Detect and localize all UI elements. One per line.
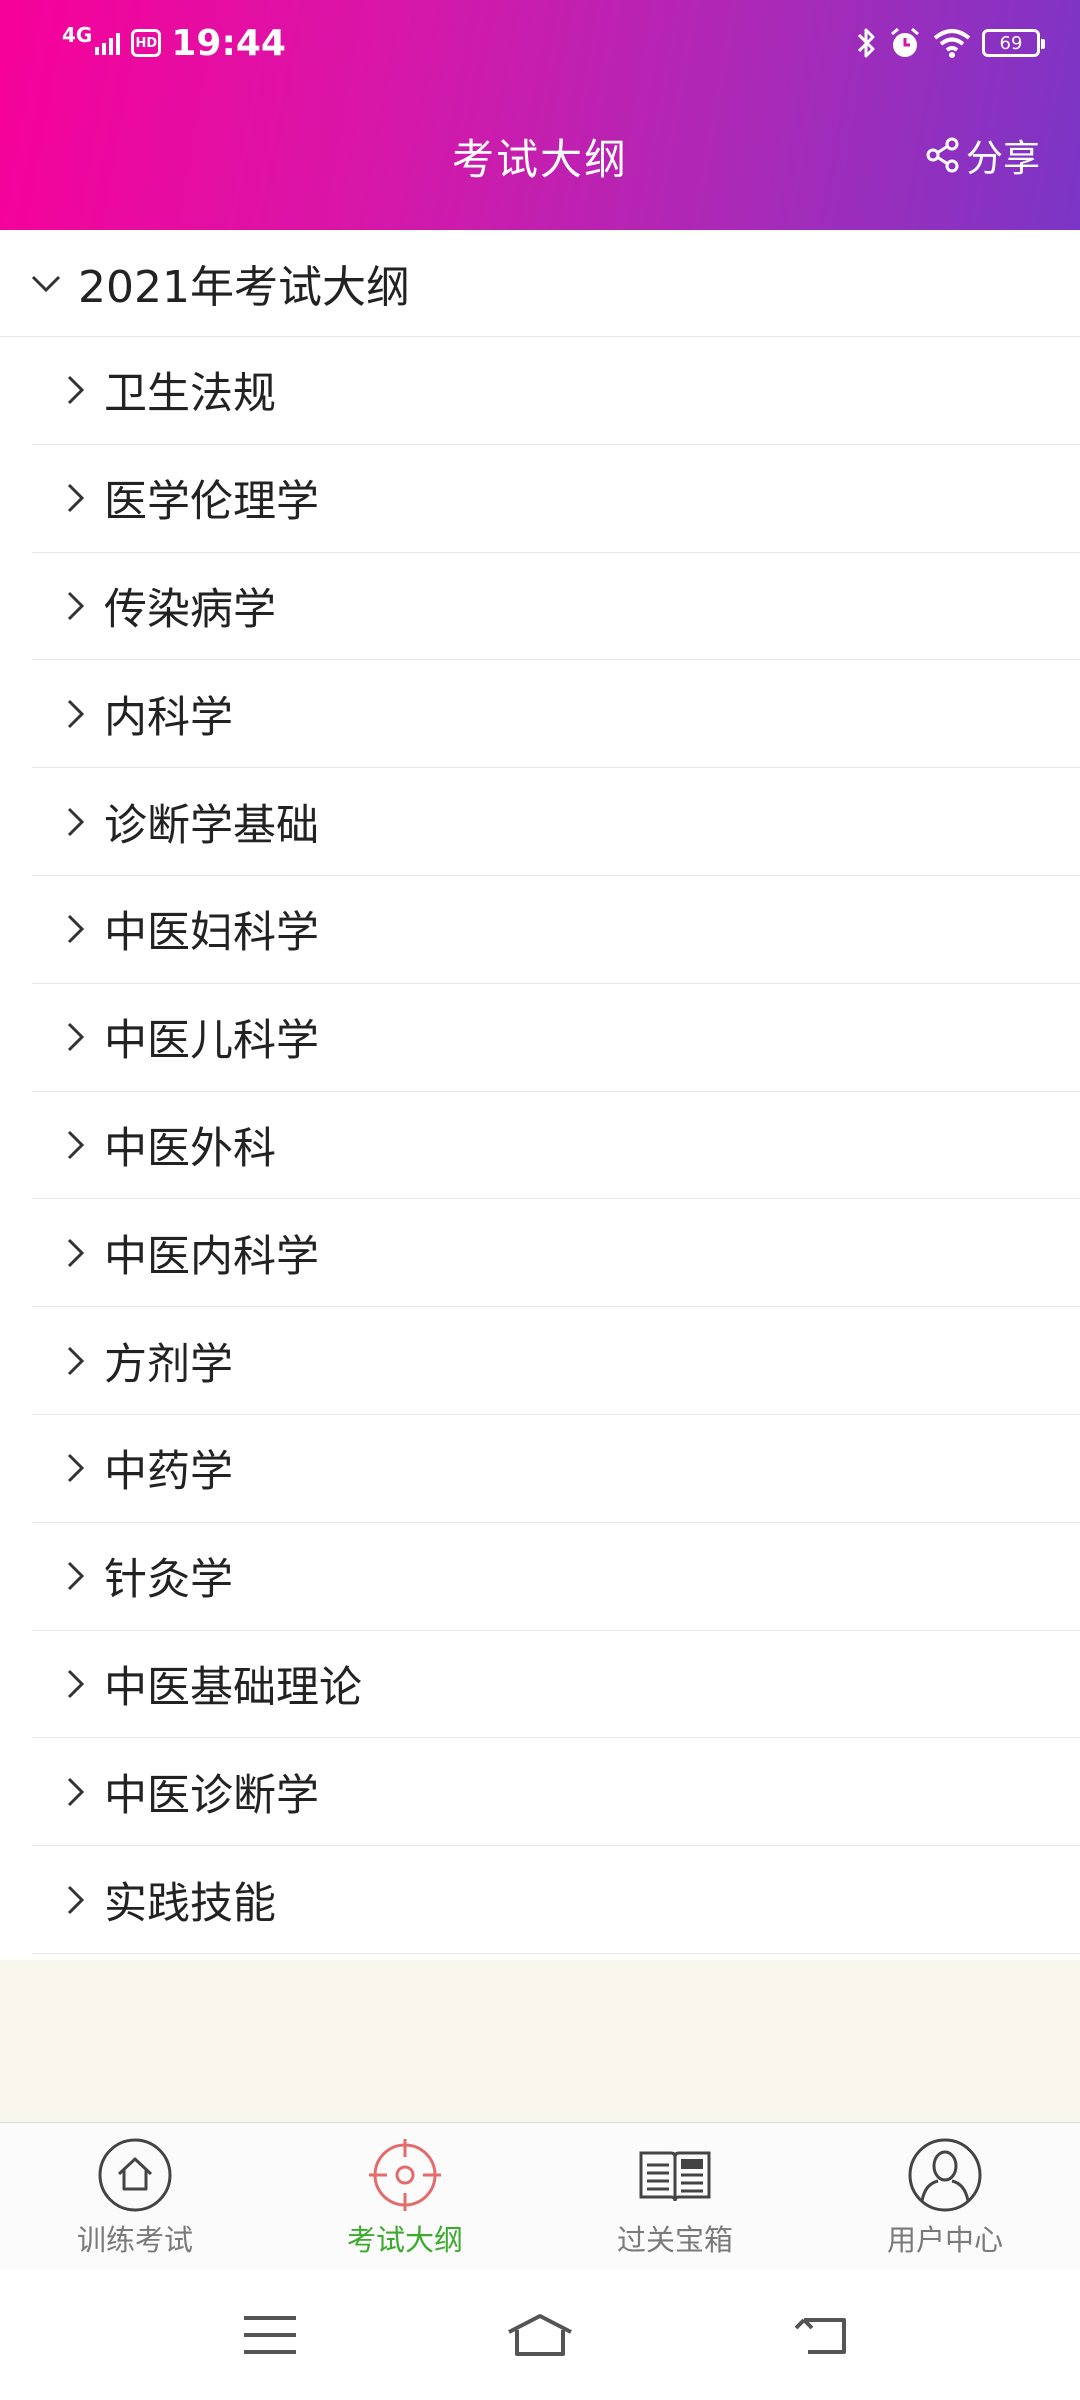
subject-item-label: 方剂学 [104, 1339, 233, 1390]
user-icon [908, 2138, 982, 2212]
chevron-right-icon [67, 484, 85, 513]
battery-icon: 69 [982, 29, 1045, 57]
subject-item-label: 实践技能 [104, 1878, 276, 1929]
subject-item-label: 中医儿科学 [104, 1016, 319, 1067]
subject-item-label: 医学伦理学 [104, 477, 319, 528]
subject-item[interactable]: 中医内科学 [32, 1199, 1080, 1308]
tab-label: 考试大纲 [346, 2223, 463, 2257]
status-bar: 4G HD 19:44 69 [0, 0, 1080, 90]
tab-training-exam[interactable]: 训练考试 [0, 2123, 270, 2271]
subject-item-label: 诊断学基础 [104, 800, 319, 851]
menu-icon[interactable] [240, 2310, 300, 2360]
year-section-label: 2021年考试大纲 [78, 262, 410, 313]
subject-item-label: 中医外科 [104, 1123, 276, 1174]
chevron-right-icon [67, 1669, 85, 1699]
chevron-right-icon [67, 591, 85, 621]
subject-item-label: 传染病学 [104, 584, 276, 635]
status-time: 19:44 [171, 22, 286, 64]
subject-item[interactable]: 中医外科 [32, 1092, 1080, 1200]
tab-pass-treasure[interactable]: 过关宝箱 [540, 2123, 810, 2271]
content-footer-space [0, 1960, 1080, 2122]
target-icon [369, 2139, 441, 2211]
wifi-icon [933, 29, 971, 58]
chevron-right-icon [67, 1562, 85, 1591]
subject-item[interactable]: 中医诊断学 [32, 1738, 1080, 1847]
year-section-header[interactable]: 2021年考试大纲 [0, 230, 1080, 337]
share-icon [926, 137, 959, 173]
subject-item[interactable]: 实践技能 [32, 1846, 1080, 1954]
subject-item[interactable]: 中医儿科学 [32, 984, 1080, 1092]
subject-item-label: 中医妇科学 [104, 908, 319, 959]
chevron-right-icon [67, 1346, 85, 1375]
app-header: 4G HD 19:44 69 考试大纲 分享 [0, 0, 1080, 230]
home-icon [98, 2138, 172, 2212]
chevron-right-icon [67, 1023, 85, 1052]
chevron-right-icon [67, 1885, 85, 1914]
alarm-icon [891, 27, 919, 57]
subject-item[interactable]: 中药学 [32, 1415, 1080, 1523]
chevron-right-icon [67, 699, 85, 728]
chevron-right-icon [67, 1238, 85, 1267]
chevron-right-icon [67, 807, 85, 836]
subject-item[interactable]: 中医妇科学 [32, 876, 1080, 984]
subject-item-label: 卫生法规 [104, 369, 276, 420]
system-home-icon[interactable] [505, 2310, 575, 2360]
subject-list: 卫生法规医学伦理学传染病学内科学诊断学基础中医妇科学中医儿科学中医外科中医内科学… [32, 337, 1080, 1954]
page-title: 考试大纲 [451, 135, 628, 184]
subject-item[interactable]: 内科学 [32, 660, 1080, 769]
subject-item[interactable]: 卫生法规 [32, 337, 1080, 445]
bottom-tab-bar: 训练考试 考试大纲 过关宝箱 用户中心 [0, 2122, 1080, 2271]
share-label: 分享 [966, 137, 1040, 180]
back-icon[interactable] [792, 2310, 852, 2360]
subject-item-label: 中医诊断学 [104, 1770, 319, 1821]
subject-item-label: 中医基础理论 [104, 1662, 362, 1713]
tab-label: 过关宝箱 [616, 2223, 733, 2257]
share-button[interactable]: 分享 [926, 128, 1040, 182]
bluetooth-icon [857, 28, 875, 58]
tab-label: 训练考试 [76, 2223, 193, 2257]
outline-tree: 2021年考试大纲 卫生法规医学伦理学传染病学内科学诊断学基础中医妇科学中医儿科… [0, 230, 1080, 1954]
hd-icon: HD [131, 29, 162, 57]
news-book-icon [639, 2151, 711, 2202]
network-type: 4G [62, 23, 93, 47]
subject-item[interactable]: 针灸学 [32, 1523, 1080, 1631]
chevron-right-icon [67, 1454, 85, 1483]
subject-item[interactable]: 传染病学 [32, 553, 1080, 661]
signal-icon: 4G [62, 25, 121, 55]
chevron-right-icon [67, 915, 85, 944]
subject-item[interactable]: 方剂学 [32, 1307, 1080, 1415]
subject-item[interactable]: 中医基础理论 [32, 1631, 1080, 1739]
system-navigation-bar [0, 2270, 1080, 2400]
subject-item[interactable]: 诊断学基础 [32, 768, 1080, 876]
tab-exam-outline[interactable]: 考试大纲 [270, 2123, 540, 2271]
chevron-right-icon [67, 376, 85, 405]
chevron-right-icon [67, 1130, 85, 1160]
tab-label: 用户中心 [886, 2223, 1003, 2257]
chevron-right-icon [67, 1777, 85, 1806]
chevron-down-icon [31, 275, 61, 293]
subject-item-label: 内科学 [104, 692, 233, 743]
subject-item-label: 中医内科学 [104, 1231, 319, 1282]
subject-item[interactable]: 医学伦理学 [32, 445, 1080, 553]
tab-user-center[interactable]: 用户中心 [810, 2123, 1080, 2271]
subject-item-label: 针灸学 [104, 1555, 233, 1606]
subject-item-label: 中药学 [104, 1447, 233, 1498]
